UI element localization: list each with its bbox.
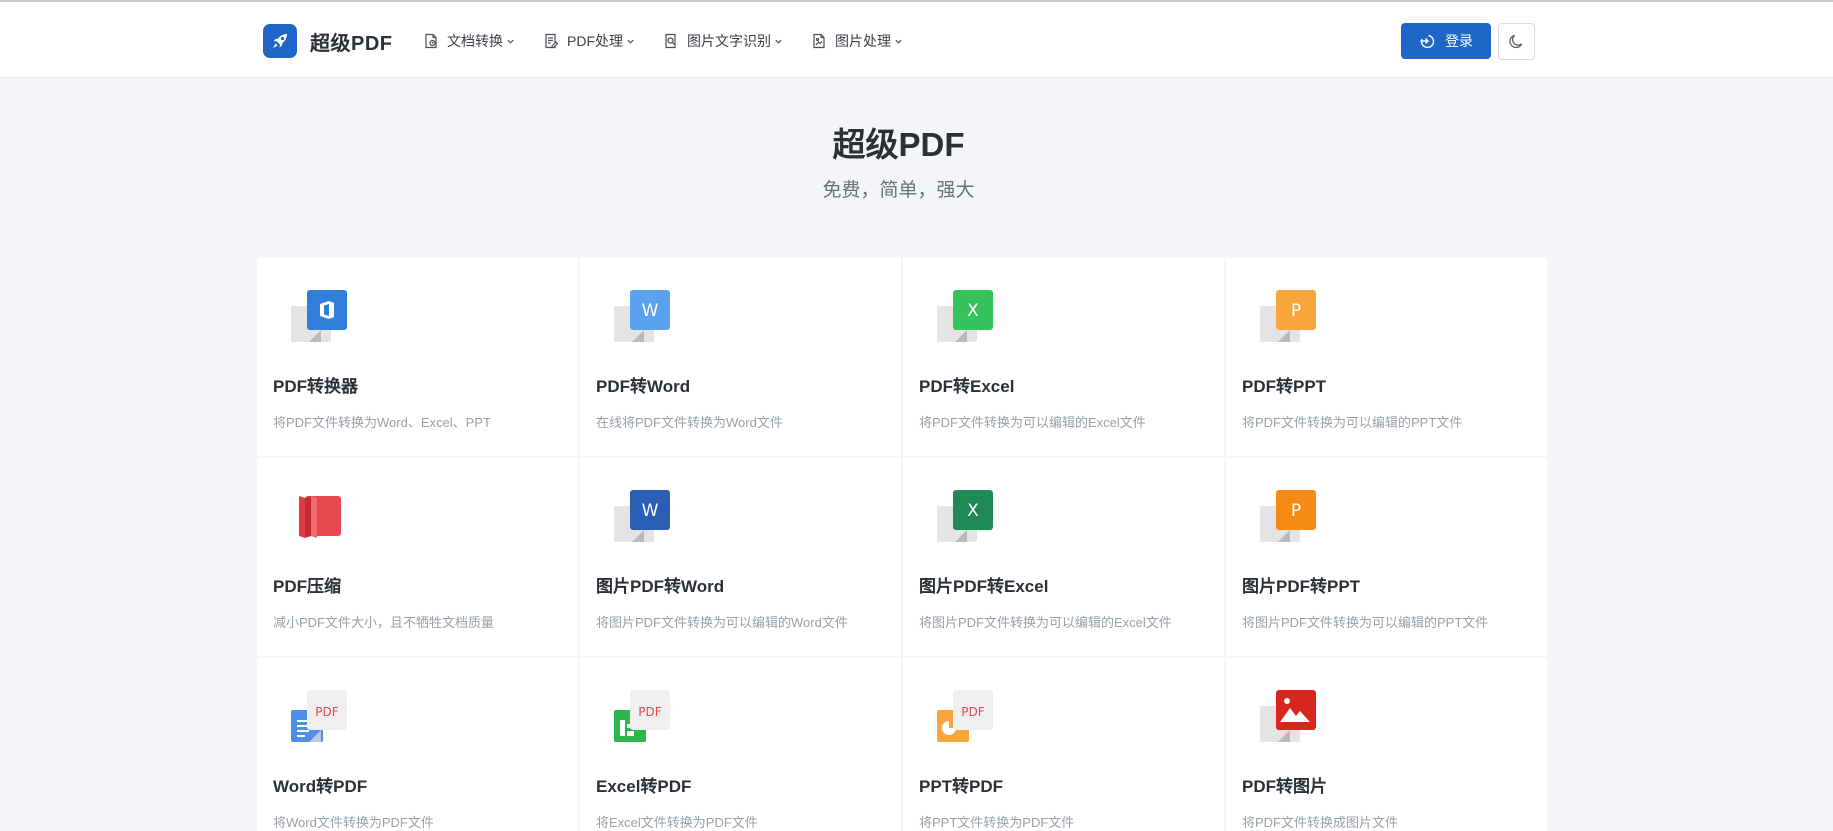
svg-text:PDF: PDF [961, 705, 984, 719]
tool-card-pdf-to-ppt[interactable]: P PDF转PPT 将PDF文件转换为可以编辑的PPT文件 [1226, 258, 1547, 456]
tool-description: 将PPT文件转换为PDF文件 [919, 815, 1075, 830]
tool-description: 将图片PDF文件转换为可以编辑的Word文件 [596, 615, 848, 630]
tool-title: PPT转PDF [919, 777, 1004, 796]
pdf-to-ppt-icon: P [1260, 290, 1316, 342]
ppt-to-pdf-icon: PDF [937, 690, 993, 742]
tool-title: PDF转换器 [273, 377, 358, 396]
tool-card-pdf-converter[interactable]: PDF转换器 将PDF文件转换为Word、Excel、PPT [257, 258, 578, 456]
nav-label: 文档转换 [447, 33, 503, 49]
nav-item-pdf-process[interactable]: PDF处理 [543, 29, 635, 53]
pdf-to-excel-icon: X [937, 290, 993, 342]
tool-title: PDF转Excel [919, 377, 1015, 396]
tool-description: 将PDF文件转换成图片文件 [1242, 815, 1399, 830]
office-convert-icon [291, 290, 347, 342]
compress-icon [299, 496, 341, 538]
chevron-down-icon [895, 39, 902, 44]
tool-card-excel-to-pdf[interactable]: PDF Excel转PDF 将Excel文件转换为PDF文件 [580, 658, 901, 831]
login-icon [1420, 34, 1435, 49]
document-convert-icon [425, 33, 437, 49]
top-navbar: 超级PDF 文档转换 PDF处理 图片文字识别 图片处理 登录 [0, 2, 1833, 78]
tool-description: 将图片PDF文件转换为可以编辑的PPT文件 [1242, 615, 1489, 630]
image-file-icon [813, 33, 825, 49]
image-search-icon [665, 33, 676, 49]
tool-title: PDF压缩 [273, 577, 341, 596]
tool-card-ppt-to-pdf[interactable]: PDF PPT转PDF 将PPT文件转换为PDF文件 [903, 658, 1224, 831]
tool-description: 将PDF文件转换为Word、Excel、PPT [273, 415, 491, 430]
pdf-to-word-icon: W [614, 290, 670, 342]
tool-title: PDF转PPT [1242, 377, 1327, 396]
tool-card-image-pdf-to-word[interactable]: W 图片PDF转Word 将图片PDF文件转换为可以编辑的Word文件 [580, 458, 901, 656]
login-button[interactable]: 登录 [1401, 23, 1491, 59]
nav-label: 图片文字识别 [687, 33, 771, 49]
svg-text:P: P [1291, 301, 1301, 321]
nav-item-ocr[interactable]: 图片文字识别 [663, 29, 783, 53]
tool-description: 将PDF文件转换为可以编辑的PPT文件 [1242, 415, 1463, 430]
tool-title: 图片PDF转Word [596, 577, 725, 596]
svg-text:X: X [967, 301, 979, 321]
svg-text:W: W [642, 501, 659, 521]
tool-card-pdf-to-word[interactable]: W PDF转Word 在线将PDF文件转换为Word文件 [580, 258, 901, 456]
brand-name: 超级PDF [310, 32, 393, 55]
pdf-to-image-icon [1260, 690, 1316, 742]
moon-icon [1509, 34, 1523, 49]
nav-item-document-convert[interactable]: 文档转换 [423, 29, 515, 53]
rocket-icon [263, 24, 297, 58]
nav-label: 图片处理 [835, 33, 891, 49]
tool-title: Excel转PDF [596, 777, 692, 796]
word-to-pdf-icon: PDF [291, 690, 347, 742]
tool-card-image-pdf-to-excel[interactable]: X 图片PDF转Excel 将图片PDF文件转换为可以编辑的Excel文件 [903, 458, 1224, 656]
tool-title: 图片PDF转Excel [919, 577, 1049, 596]
svg-text:W: W [642, 301, 659, 321]
excel-to-pdf-icon: PDF [614, 690, 670, 742]
document-edit-icon [545, 33, 559, 49]
tool-card-word-to-pdf[interactable]: PDF Word转PDF 将Word文件转换为PDF文件 [257, 658, 578, 831]
tool-grid: PDF转换器 将PDF文件转换为Word、Excel、PPT W PDF转Wor… [257, 258, 1547, 831]
brand[interactable]: 超级PDF [263, 24, 393, 58]
chevron-down-icon [627, 39, 634, 44]
main-menu: 文档转换 PDF处理 图片文字识别 图片处理 [423, 29, 931, 53]
tool-title: Word转PDF [273, 777, 368, 796]
tool-title: 图片PDF转PPT [1242, 577, 1361, 596]
svg-text:PDF: PDF [315, 705, 338, 719]
tool-description: 将图片PDF文件转换为可以编辑的Excel文件 [919, 615, 1172, 630]
chevron-down-icon [775, 39, 782, 44]
chevron-down-icon [507, 39, 514, 44]
image-pdf-to-ppt-icon: P [1260, 490, 1316, 542]
tool-card-pdf-to-image[interactable]: PDF转图片 将PDF文件转换成图片文件 [1226, 658, 1547, 831]
tool-description: 在线将PDF文件转换为Word文件 [596, 415, 783, 430]
image-pdf-to-excel-icon: X [937, 490, 993, 542]
tool-description: 将Word文件转换为PDF文件 [273, 815, 434, 830]
tool-title: PDF转Word [596, 377, 691, 396]
theme-toggle-button[interactable] [1498, 23, 1535, 60]
nav-label: PDF处理 [567, 33, 623, 49]
login-label: 登录 [1445, 33, 1473, 49]
tool-description: 将PDF文件转换为可以编辑的Excel文件 [919, 415, 1146, 430]
svg-text:P: P [1291, 501, 1301, 521]
page-subtitle: 免费，简单，强大 [822, 180, 975, 201]
page-title: 超级PDF [832, 126, 965, 163]
tool-description: 将Excel文件转换为PDF文件 [596, 815, 758, 830]
image-pdf-to-word-icon: W [614, 490, 670, 542]
svg-text:X: X [967, 501, 979, 521]
svg-text:PDF: PDF [638, 705, 661, 719]
tool-title: PDF转图片 [1242, 777, 1327, 796]
tool-card-image-pdf-to-ppt[interactable]: P 图片PDF转PPT 将图片PDF文件转换为可以编辑的PPT文件 [1226, 458, 1547, 656]
nav-item-image-process[interactable]: 图片处理 [811, 29, 903, 53]
tool-card-pdf-to-excel[interactable]: X PDF转Excel 将PDF文件转换为可以编辑的Excel文件 [903, 258, 1224, 456]
tool-description: 减小PDF文件大小，且不牺牲文档质量 [273, 615, 495, 630]
tool-card-pdf-compress[interactable]: PDF压缩 减小PDF文件大小，且不牺牲文档质量 [257, 458, 578, 656]
